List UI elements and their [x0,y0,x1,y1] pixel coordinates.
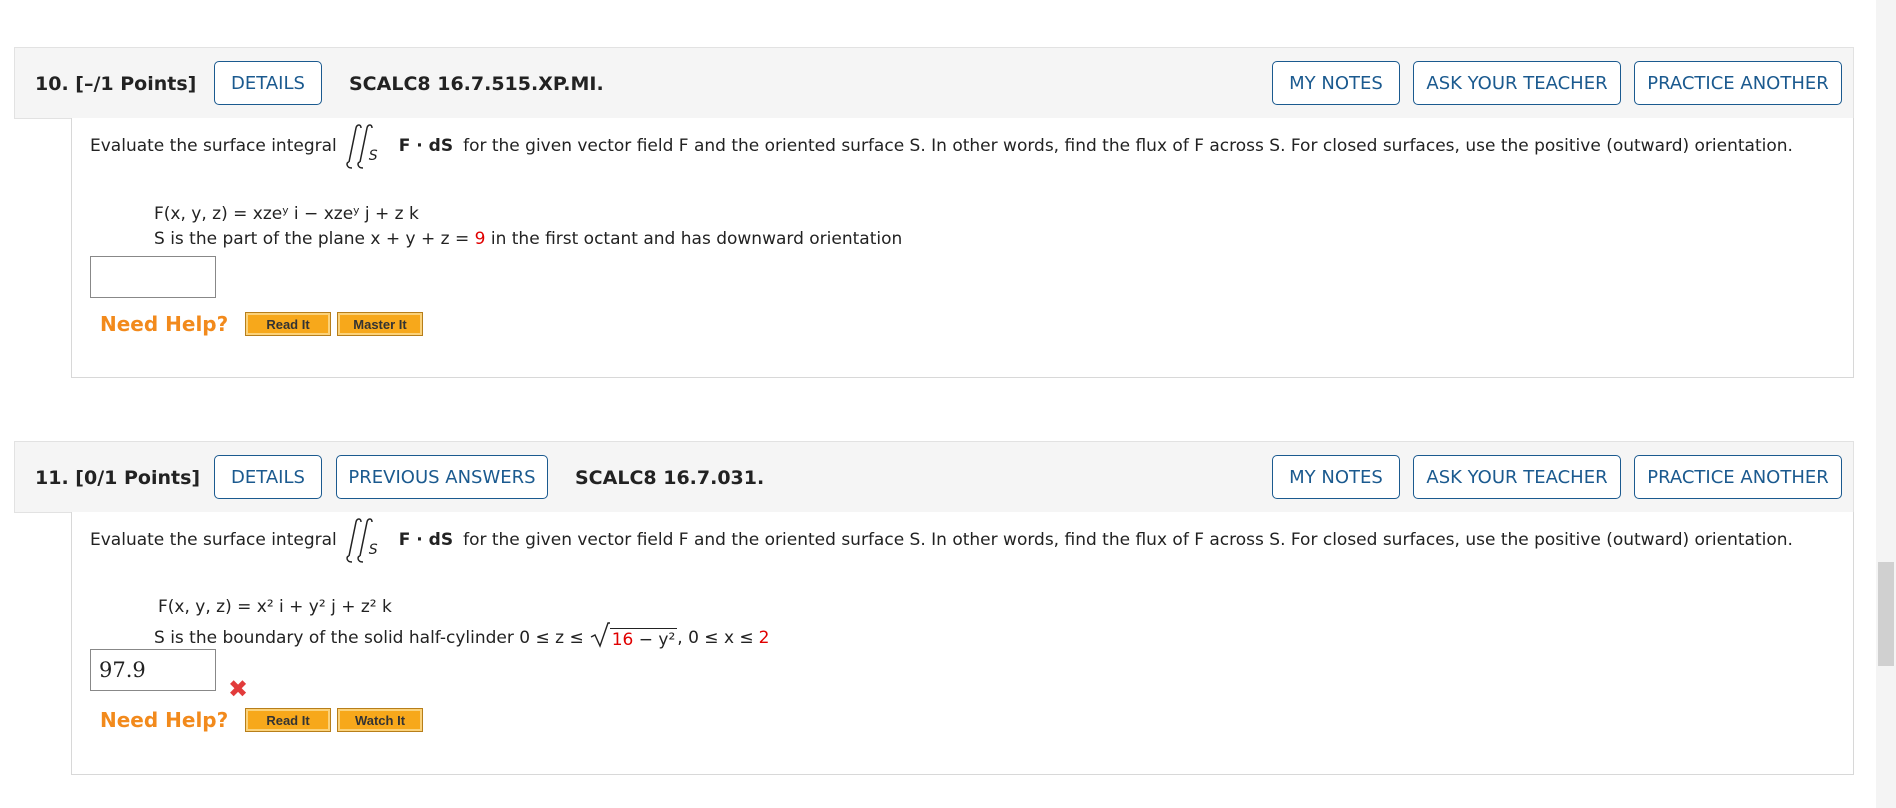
surface-description: S is the part of the plane x + y + z = 9… [154,229,903,249]
vector-field: F(x, y, z) = x² i + y² j + z² k [158,597,392,617]
square-root-icon [590,622,610,653]
surface-description: S is the boundary of the solid half-cyli… [154,622,770,653]
double-integral-icon: S [343,518,391,563]
watch-it-button[interactable]: Watch It [337,708,423,732]
question-prompt: Evaluate the surface integral S F · dS f… [90,124,1793,169]
question-code: SCALC8 16.7.031. [575,467,765,489]
ask-teacher-button[interactable]: ASK YOUR TEACHER [1413,61,1621,105]
incorrect-x-icon: ✖ [228,675,249,703]
vertical-scrollbar[interactable] [1876,0,1896,808]
details-button[interactable]: DETAILS [214,455,322,499]
question-number: 11. [0/1 Points] [35,467,201,489]
my-notes-button[interactable]: MY NOTES [1272,455,1400,499]
read-it-button[interactable]: Read It [245,312,331,336]
question-body: Evaluate the surface integral S F · dS f… [71,118,1854,378]
question-number: 10. [–/1 Points] [35,73,197,95]
ask-teacher-button[interactable]: ASK YOUR TEACHER [1413,455,1621,499]
question-body: Evaluate the surface integral S F · dS f… [71,512,1854,775]
practice-another-button[interactable]: PRACTICE ANOTHER [1634,61,1842,105]
details-button[interactable]: DETAILS [214,61,322,105]
need-help-label: Need Help? [100,312,229,336]
question-header: 11. [0/1 Points] DETAILS PREVIOUS ANSWER… [14,441,1854,513]
question-header: 10. [–/1 Points] DETAILS SCALC8 16.7.515… [14,47,1854,119]
question-prompt: Evaluate the surface integral S F · dS f… [90,518,1793,563]
question-code: SCALC8 16.7.515.XP.MI. [349,73,604,95]
need-help-label: Need Help? [100,708,229,732]
double-integral-icon: S [343,124,391,169]
master-it-button[interactable]: Master It [337,312,423,336]
answer-input[interactable] [90,649,216,691]
practice-another-button[interactable]: PRACTICE ANOTHER [1634,455,1842,499]
vector-field: F(x, y, z) = xzeʸ i − xzeʸ j + z k [154,204,419,224]
read-it-button[interactable]: Read It [245,708,331,732]
answer-input[interactable] [90,256,216,298]
scrollbar-thumb[interactable] [1878,562,1894,666]
my-notes-button[interactable]: MY NOTES [1272,61,1400,105]
previous-answers-button[interactable]: PREVIOUS ANSWERS [336,455,548,499]
